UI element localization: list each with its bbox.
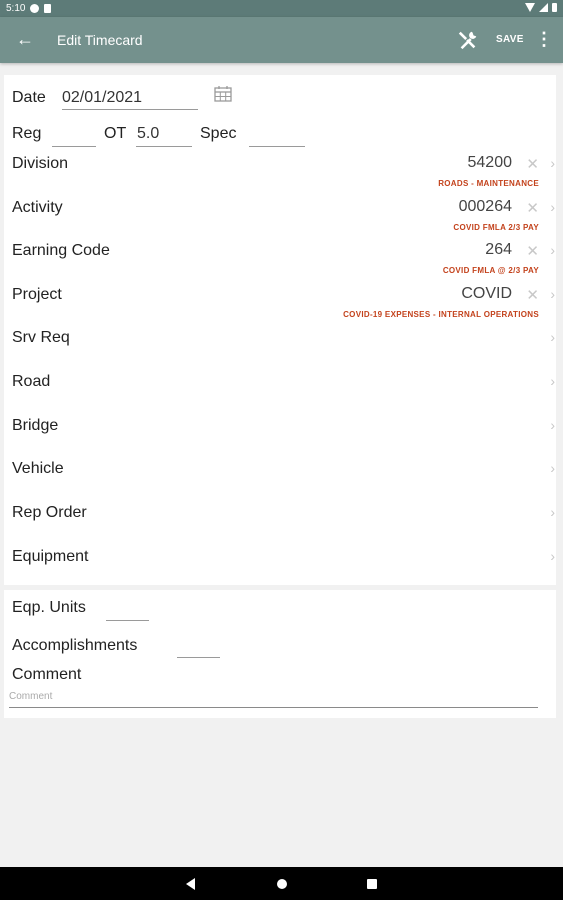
chevron-right-icon[interactable]: › [550,460,555,476]
division-value: 54200 [467,154,513,171]
status-time: 5:10 [6,3,26,14]
app-bar: ← Edit Timecard SAVE ⋮ [0,17,563,63]
nav-home-icon[interactable] [277,879,287,889]
project-description: COVID-19 EXPENSES - INTERNAL OPERATIONS [343,310,539,319]
comment-input[interactable]: Comment [9,691,52,702]
date-underline [62,109,198,110]
reg-underline [52,146,96,147]
tools-icon[interactable] [457,29,479,51]
arrow-back-icon[interactable]: ← [16,29,34,49]
equipment-label: Equipment [12,548,89,565]
save-button[interactable]: SAVE [496,34,524,45]
calendar-icon[interactable] [214,85,232,102]
chevron-right-icon[interactable]: › [550,242,555,258]
chevron-right-icon[interactable]: › [550,199,555,215]
earning-code-value: 264 [485,241,512,258]
chevron-right-icon[interactable]: › [550,373,555,389]
project-label: Project [12,286,62,303]
wifi-icon [525,3,535,12]
battery-icon [552,3,557,12]
activity-label: Activity [12,199,63,216]
reg-label: Reg [12,125,42,142]
earning-code-label: Earning Code [12,242,110,259]
accomplishments-underline [177,657,220,658]
chevron-right-icon[interactable]: › [550,417,555,433]
activity-value: 000264 [458,198,512,215]
chevron-right-icon[interactable]: › [550,504,555,520]
rep-order-label: Rep Order [12,504,87,521]
chevron-right-icon[interactable]: › [550,286,555,302]
division-description: ROADS - MAINTENANCE [438,179,539,188]
nav-recents-icon[interactable] [367,879,377,889]
accomplishments-label: Accomplishments [12,637,138,654]
vehicle-label: Vehicle [12,460,64,477]
comment-underline [9,707,538,708]
sim-card-icon [44,4,52,13]
eqp-units-label: Eqp. Units [12,599,86,616]
division-label: Division [12,155,69,172]
spec-underline [249,146,305,147]
earning-code-description: COVID FMLA @ 2/3 PAY [442,266,539,275]
srv-req-label: Srv Req [12,329,70,346]
road-label: Road [12,373,51,390]
ot-field[interactable]: 5.0 [137,125,159,143]
chevron-right-icon[interactable]: › [550,329,555,345]
more-vert-icon[interactable]: ⋮ [535,29,553,49]
clear-division-icon[interactable]: ✕ [526,155,539,173]
eqp-units-underline [106,620,149,621]
signal-icon [539,3,548,12]
comment-label: Comment [12,666,82,683]
nav-back-icon[interactable] [186,878,195,890]
chevron-right-icon[interactable]: › [550,155,555,171]
spec-label: Spec [200,125,237,142]
chevron-right-icon[interactable]: › [550,548,555,564]
date-label: Date [12,89,46,106]
notification-icon [30,4,40,13]
ot-underline [136,146,192,147]
page-title: Edit Timecard [57,32,143,48]
project-value: COVID [461,285,512,302]
clear-activity-icon[interactable]: ✕ [526,199,539,217]
navigation-bar [0,867,563,900]
bridge-label: Bridge [12,417,59,434]
clear-earning-code-icon[interactable]: ✕ [526,242,539,260]
activity-description: COVID FMLA 2/3 PAY [453,223,539,232]
date-field[interactable]: 02/01/2021 [62,89,142,107]
status-bar: 5:10 [0,0,563,17]
ot-label: OT [104,125,127,142]
clear-project-icon[interactable]: ✕ [526,286,539,304]
